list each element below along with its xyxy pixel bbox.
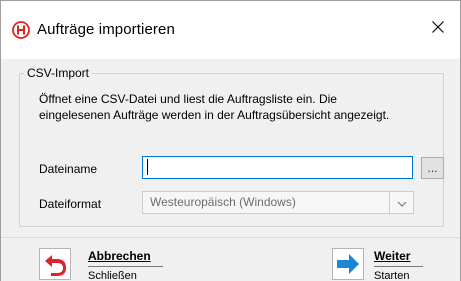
format-label: Dateiformat — [39, 197, 102, 211]
dialog-window: Aufträge importieren CSV-Import Öffnet e… — [0, 0, 461, 281]
description-line-1: Öffnet eine CSV-Datei und liest die Auft… — [39, 92, 337, 106]
app-logo-icon — [12, 21, 30, 39]
undo-arrow-icon — [39, 248, 71, 280]
cancel-title: Abbrechen — [88, 249, 151, 263]
format-selected-value: Westeuropäisch (Windows) — [150, 195, 296, 209]
arrow-right-icon — [332, 248, 364, 280]
command-bar: Abbrechen Schließen Weiter Starten — [1, 237, 460, 281]
cancel-subtitle: Schließen — [88, 270, 137, 281]
filename-label: Dateiname — [39, 162, 98, 176]
next-title: Weiter — [374, 249, 411, 263]
chevron-down-icon — [397, 196, 407, 210]
group-legend: CSV-Import — [24, 66, 93, 80]
filename-input[interactable] — [142, 156, 413, 179]
next-separator — [374, 266, 423, 267]
description-line-2: eingelesenen Aufträge werden in der Auft… — [39, 108, 390, 122]
close-icon — [432, 20, 444, 36]
browse-button[interactable]: ... — [421, 157, 444, 179]
format-select[interactable]: Westeuropäisch (Windows) — [142, 191, 414, 214]
dropdown-button[interactable] — [389, 192, 413, 213]
next-subtitle: Starten — [374, 270, 410, 281]
cancel-button[interactable]: Abbrechen Schließen — [39, 246, 179, 281]
group-description: Öffnet eine CSV-Datei und liest die Auft… — [39, 91, 439, 123]
title-bar: Aufträge importieren — [1, 1, 460, 59]
close-button[interactable] — [416, 5, 460, 51]
text-caret — [147, 159, 148, 175]
cancel-separator — [88, 266, 163, 267]
next-button[interactable]: Weiter Starten — [332, 246, 442, 281]
window-title: Aufträge importieren — [37, 21, 175, 38]
